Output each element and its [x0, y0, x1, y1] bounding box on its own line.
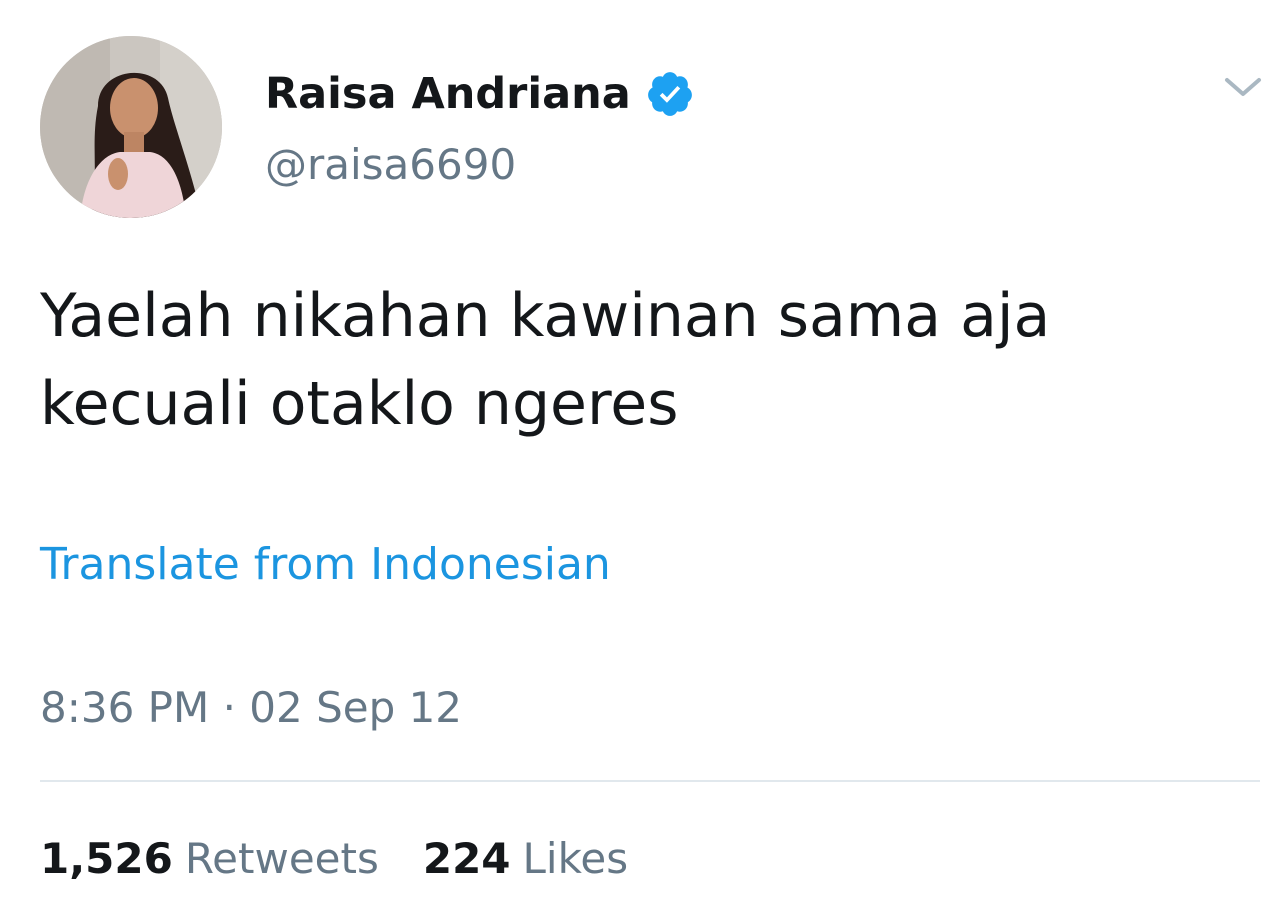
retweets-label: Retweets	[184, 834, 379, 883]
verified-badge-icon	[645, 69, 695, 119]
tweet-text: Yaelah nikahan kawinan sama aja kecuali …	[40, 272, 1250, 448]
avatar-image	[40, 36, 222, 218]
translate-link[interactable]: Translate from Indonesian	[40, 536, 611, 594]
tweet-stats: 1,526 Retweets 224 Likes	[40, 830, 628, 888]
avatar[interactable]	[40, 36, 222, 218]
divider	[40, 780, 1260, 782]
author-handle[interactable]: @raisa6690	[265, 138, 516, 192]
tweet-timestamp[interactable]: 8:36 PM · 02 Sep 12	[40, 680, 462, 736]
author-display-name[interactable]: Raisa Andriana	[265, 66, 631, 122]
likes-stat[interactable]: 224 Likes	[423, 830, 628, 888]
author-name-row[interactable]: Raisa Andriana	[265, 66, 695, 122]
tweet-card: Raisa Andriana @raisa6690 Yaelah nikahan…	[0, 0, 1280, 905]
retweets-count: 1,526	[40, 834, 173, 883]
tweet-text-line: Yaelah nikahan kawinan sama aja	[40, 281, 1051, 351]
chevron-down-icon[interactable]	[1222, 72, 1264, 102]
retweets-stat[interactable]: 1,526 Retweets	[40, 830, 379, 888]
likes-label: Likes	[522, 834, 629, 883]
tweet-text-line: kecuali otaklo ngeres	[40, 369, 679, 439]
likes-count: 224	[422, 834, 511, 883]
